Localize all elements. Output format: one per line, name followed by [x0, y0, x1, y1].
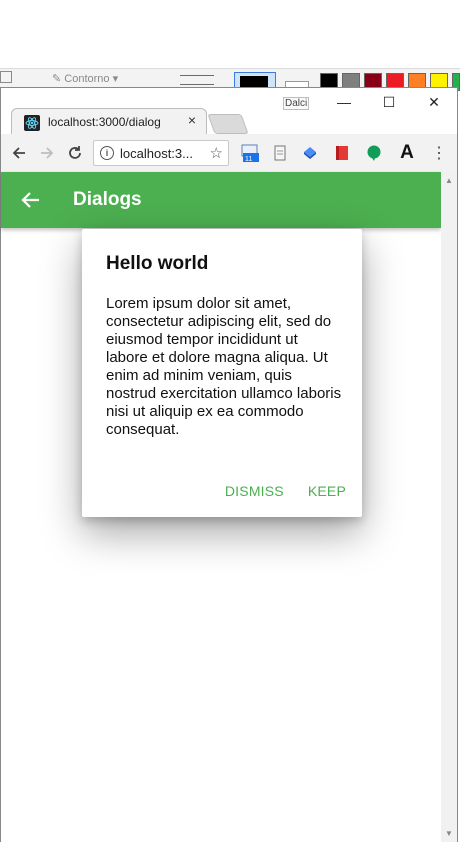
- page-viewport: Dialogs Hello world Lorem ipsum dolor si…: [1, 172, 441, 842]
- background-line-width-icon: [180, 75, 214, 85]
- font-extension-icon[interactable]: A: [397, 142, 417, 163]
- page-title: Dialogs: [73, 189, 142, 210]
- maximize-icon: ☐: [382, 93, 396, 110]
- dialog: Hello world Lorem ipsum dolor sit amet, …: [82, 229, 362, 517]
- forward-button[interactable]: [37, 143, 57, 163]
- back-button[interactable]: [9, 143, 29, 163]
- tab-title: localhost:3000/dialog: [48, 115, 161, 129]
- address-url: localhost:3...: [120, 146, 193, 161]
- close-icon: ✕: [428, 93, 440, 110]
- keep-button[interactable]: KEEP: [308, 483, 346, 499]
- dismiss-button[interactable]: DISMISS: [225, 483, 284, 499]
- address-bar[interactable]: i localhost:3... ☆: [93, 140, 229, 166]
- background-contorno-label: ✎ Contorno ▾: [52, 73, 119, 85]
- extension-badge: 11: [245, 156, 252, 162]
- minimize-icon: —: [337, 94, 351, 110]
- app-bar: Dialogs: [1, 172, 441, 228]
- chat-extension-icon[interactable]: [365, 144, 383, 162]
- tab-dialog[interactable]: localhost:3000/dialog ×: [11, 108, 207, 136]
- new-tab-button[interactable]: [207, 114, 249, 134]
- dialog-body: Lorem ipsum dolor sit amet, consectetur …: [106, 295, 342, 438]
- close-tab-icon[interactable]: ×: [188, 112, 196, 128]
- background-shape-icon: [0, 71, 15, 85]
- browser-toolbar: i localhost:3... ☆ 11 A ⋮: [1, 134, 457, 173]
- maximize-button[interactable]: ☐: [374, 92, 404, 112]
- back-arrow-icon[interactable]: [19, 188, 43, 212]
- bookmark-star-icon[interactable]: ☆: [210, 144, 223, 162]
- browser-window: Dalci — ☐ ✕ localhost:3000/dialog × i lo…: [0, 87, 458, 842]
- menu-dots-icon[interactable]: ⋮: [429, 143, 449, 163]
- reload-icon: [69, 146, 81, 159]
- arrow-left-icon: [12, 147, 25, 159]
- scroll-down-icon[interactable]: ▼: [445, 829, 453, 838]
- react-icon: [24, 115, 40, 131]
- reload-button[interactable]: [65, 143, 85, 163]
- document-extension-icon[interactable]: [271, 144, 289, 162]
- book-extension-icon[interactable]: [333, 144, 351, 162]
- title-bar: Dalci — ☐ ✕ localhost:3000/dialog ×: [1, 88, 457, 136]
- calendar-extension-icon[interactable]: 11: [241, 144, 259, 162]
- scroll-up-icon[interactable]: ▲: [445, 176, 453, 185]
- arrow-right-icon: [41, 147, 54, 159]
- info-icon[interactable]: i: [100, 146, 114, 160]
- minimize-button[interactable]: —: [329, 92, 359, 112]
- scrollbar[interactable]: ▲ ▼: [441, 172, 457, 842]
- close-window-button[interactable]: ✕: [419, 92, 449, 112]
- profile-label[interactable]: Dalci: [283, 97, 310, 110]
- dialog-title: Hello world: [106, 253, 209, 274]
- dialog-actions: DISMISS KEEP: [225, 483, 346, 499]
- diamond-extension-icon[interactable]: [301, 144, 319, 162]
